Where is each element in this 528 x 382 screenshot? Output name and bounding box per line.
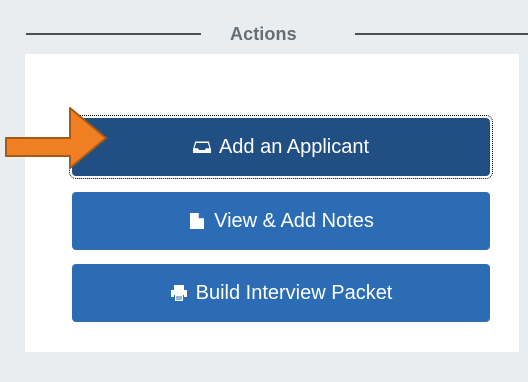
printer-icon [170, 284, 188, 302]
section-header: Actions [8, 10, 528, 54]
build-interview-packet-button[interactable]: Build Interview Packet [72, 264, 490, 322]
inbox-icon [192, 138, 211, 156]
actions-panel: Add an Applicant View & Add Notes Build … [25, 54, 519, 352]
section-title: Actions [230, 24, 297, 44]
header-divider-right [355, 33, 528, 35]
add-applicant-label: Add an Applicant [218, 136, 370, 158]
arrow-pointer-icon [0, 100, 112, 184]
header-divider-left [26, 33, 201, 35]
build-interview-packet-label: Build Interview Packet [195, 282, 393, 304]
view-add-notes-button[interactable]: View & Add Notes [72, 192, 490, 250]
actions-section: Actions Add an Applicant View & Add Note… [8, 10, 528, 382]
add-applicant-button[interactable]: Add an Applicant [69, 115, 493, 179]
document-icon [188, 212, 206, 230]
view-add-notes-label: View & Add Notes [214, 210, 374, 232]
